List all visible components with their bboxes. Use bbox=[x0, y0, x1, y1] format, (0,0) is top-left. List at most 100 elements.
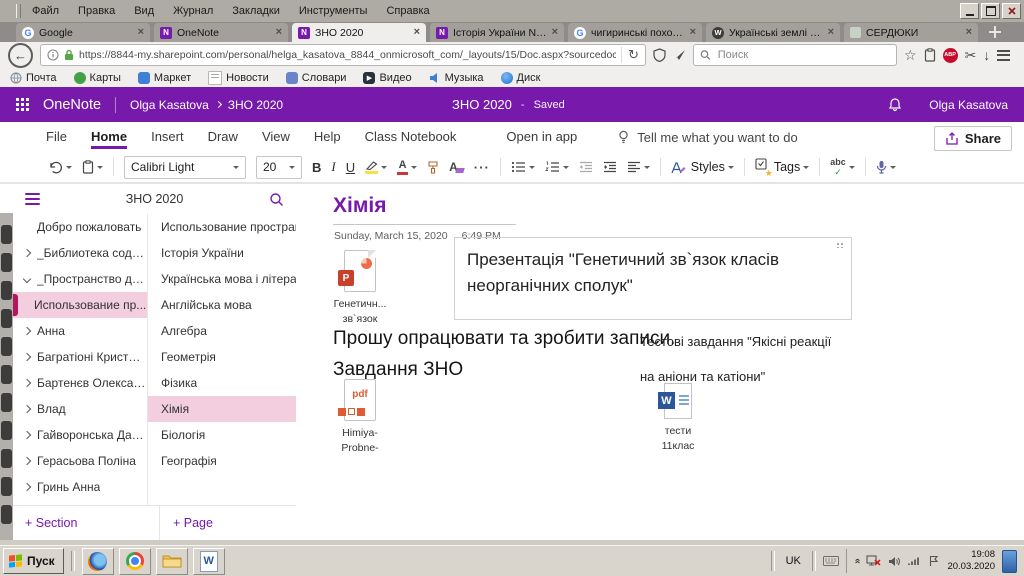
tab-file[interactable]: File bbox=[46, 125, 67, 149]
menu-edit[interactable]: Правка bbox=[78, 5, 115, 17]
page-item[interactable]: Алгебра bbox=[148, 318, 311, 344]
pocket-icon[interactable] bbox=[924, 48, 936, 62]
dictate-button[interactable] bbox=[876, 160, 896, 174]
page-item[interactable]: Англійська мова bbox=[148, 292, 311, 318]
add-page-button[interactable]: + Page bbox=[159, 506, 296, 540]
signal-strength-icon[interactable] bbox=[907, 556, 921, 566]
chevron-right-icon[interactable] bbox=[22, 352, 31, 362]
user-name[interactable]: Olga Kasatova bbox=[929, 98, 1008, 112]
chrome-taskbar-button[interactable] bbox=[118, 547, 151, 575]
tab-class-notebook[interactable]: Class Notebook bbox=[365, 125, 457, 149]
tab-serdyuky[interactable]: СЕРДЮКИ × bbox=[844, 23, 978, 42]
show-hidden-icons-icon[interactable]: « bbox=[852, 558, 863, 564]
section-item-gaivoronska[interactable]: Гайворонська Дар`я bbox=[13, 422, 147, 448]
start-button[interactable]: Пуск bbox=[3, 548, 64, 574]
add-section-button[interactable]: + Section bbox=[13, 516, 159, 530]
flag-icon[interactable] bbox=[928, 555, 940, 567]
tab-close-icon[interactable]: × bbox=[276, 27, 282, 38]
page-item[interactable]: Использование простран... bbox=[148, 214, 311, 240]
tab-draw[interactable]: Draw bbox=[208, 125, 238, 149]
chevron-right-icon[interactable] bbox=[22, 482, 31, 492]
menu-view[interactable]: Вид bbox=[134, 5, 154, 17]
highlight-button[interactable] bbox=[365, 160, 388, 174]
test-text-line[interactable]: на аніони та катіони" bbox=[640, 369, 765, 384]
page-item[interactable]: Географія bbox=[148, 448, 311, 474]
close-button[interactable] bbox=[1002, 3, 1021, 19]
send-page-icon[interactable] bbox=[673, 49, 686, 61]
chevron-right-icon[interactable] bbox=[22, 378, 31, 388]
reload-icon[interactable]: ↻ bbox=[621, 47, 639, 63]
note-container[interactable]: Презентація "Генетичний зв`язок класів н… bbox=[454, 237, 852, 320]
screenshot-scissors-icon[interactable]: ✂ bbox=[965, 48, 977, 62]
page-item[interactable]: Біологія bbox=[148, 422, 311, 448]
page-item[interactable]: Геометрія bbox=[148, 344, 311, 370]
spell-check-button[interactable]: abc ✓ bbox=[830, 157, 855, 177]
indent-button[interactable] bbox=[603, 161, 617, 173]
adblock-icon[interactable]: ABP bbox=[942, 47, 958, 63]
underline-button[interactable]: U bbox=[346, 160, 355, 175]
tab-close-icon[interactable]: × bbox=[552, 27, 558, 38]
url-field[interactable]: https://8844-my.sharepoint.com/personal/… bbox=[40, 44, 646, 66]
numbered-list-button[interactable] bbox=[544, 161, 569, 173]
tab-home[interactable]: Home bbox=[90, 125, 128, 149]
share-button[interactable]: Share bbox=[933, 126, 1012, 151]
clear-formatting-button[interactable]: A bbox=[449, 161, 465, 173]
page-item[interactable]: Українська мова і літерат... bbox=[148, 266, 311, 292]
tab-zno-2020-active[interactable]: N ЗНО 2020 × bbox=[292, 23, 426, 42]
breadcrumb-doc[interactable]: ЗНО 2020 bbox=[228, 98, 283, 112]
tab-view[interactable]: View bbox=[262, 125, 290, 149]
bookmark-video[interactable]: ▶ Видео bbox=[363, 71, 412, 84]
section-item-welcome[interactable]: Добро пожаловать bbox=[13, 214, 147, 240]
word-taskbar-button[interactable]: W bbox=[192, 547, 225, 575]
container-grip-icon[interactable] bbox=[836, 242, 845, 248]
chevron-right-icon[interactable] bbox=[22, 456, 31, 466]
url-text[interactable]: https://8844-my.sharepoint.com/personal/… bbox=[79, 49, 616, 61]
section-item-grin[interactable]: Гринь Анна bbox=[13, 474, 147, 500]
section-item-bartenev[interactable]: Бартенєв Олександр bbox=[13, 370, 147, 396]
menu-history[interactable]: Журнал bbox=[173, 5, 213, 17]
menu-help[interactable]: Справка bbox=[386, 5, 429, 17]
browser-menu-icon[interactable] bbox=[997, 49, 1011, 61]
page-item[interactable]: Історія України bbox=[148, 240, 311, 266]
section-item-bagrationi[interactable]: Багратіоні Кристина bbox=[13, 344, 147, 370]
font-name-select[interactable]: Calibri Light bbox=[124, 155, 246, 179]
word-file-icon[interactable]: W bbox=[658, 383, 692, 419]
app-launcher-icon[interactable] bbox=[16, 98, 29, 111]
pdf-attachment[interactable]: pdf Himiya- Probne- bbox=[324, 379, 396, 456]
network-disconnected-icon[interactable] bbox=[866, 555, 881, 567]
font-size-select[interactable]: 20 bbox=[256, 155, 302, 179]
paste-button[interactable] bbox=[82, 160, 103, 174]
downloads-icon[interactable]: ↓ bbox=[983, 48, 990, 62]
tab-close-icon[interactable]: × bbox=[138, 27, 144, 38]
tab-insert[interactable]: Insert bbox=[151, 125, 184, 149]
menu-bookmarks[interactable]: Закладки bbox=[232, 5, 280, 17]
show-desktop-button[interactable] bbox=[1002, 549, 1017, 573]
breadcrumb[interactable]: Olga Kasatova ЗНО 2020 bbox=[130, 98, 283, 112]
section-item-gerasova[interactable]: Герасьова Поліна bbox=[13, 448, 147, 474]
chevron-right-icon[interactable] bbox=[22, 248, 31, 258]
tab-close-icon[interactable]: × bbox=[414, 27, 420, 38]
menu-file[interactable]: Файл bbox=[32, 5, 59, 17]
page-item-himiya-selected[interactable]: Хімія bbox=[148, 396, 312, 422]
section-item-vlad[interactable]: Влад bbox=[13, 396, 147, 422]
body-text-line[interactable]: Прошу опрацювати та зробити записи. bbox=[333, 328, 675, 350]
page-canvas[interactable]: Хімія Sunday, March 15, 2020 6:49 PM Пре… bbox=[296, 184, 1024, 540]
ppt-attachment[interactable]: P Генетичн... зв`язок bbox=[324, 250, 396, 327]
tab-close-icon[interactable]: × bbox=[690, 27, 696, 38]
menu-tools[interactable]: Инструменты bbox=[299, 5, 368, 17]
language-indicator[interactable]: UK bbox=[782, 555, 805, 567]
more-options-button[interactable]: ··· bbox=[474, 160, 490, 175]
explorer-taskbar-button[interactable] bbox=[155, 547, 188, 575]
minimize-button[interactable] bbox=[960, 3, 979, 19]
body-text-line[interactable]: Завдання ЗНО bbox=[333, 359, 463, 381]
bookmark-market[interactable]: Маркет bbox=[137, 71, 191, 84]
tab-wikipedia[interactable]: W Українські землі в 60—80 × bbox=[706, 23, 840, 42]
bookmark-dictionaries[interactable]: Словари bbox=[285, 71, 346, 84]
pdf-file-icon[interactable]: pdf bbox=[338, 379, 376, 421]
firefox-taskbar-button[interactable] bbox=[81, 547, 114, 575]
shield-icon[interactable] bbox=[653, 48, 666, 62]
bookmark-music[interactable]: Музыка bbox=[429, 72, 484, 84]
undo-button[interactable] bbox=[48, 161, 72, 174]
bookmark-news[interactable]: Новости bbox=[208, 70, 269, 85]
tab-search-results[interactable]: G чигиринські походи – По... × bbox=[568, 23, 702, 42]
